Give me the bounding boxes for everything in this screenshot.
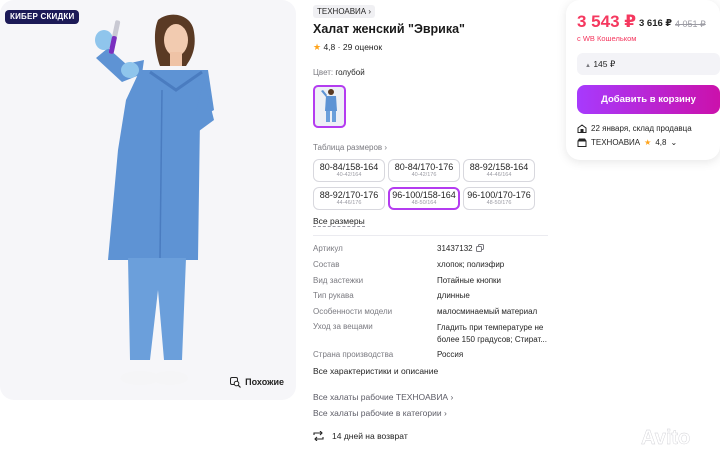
seller-info[interactable]: ТЕХНОАВИА ★ 4,8 ⌄ xyxy=(577,138,677,147)
size-sub: 48-50/176 xyxy=(486,200,512,206)
all-sizes-link[interactable]: Все размеры xyxy=(313,216,365,227)
size-main: 80-84/158-164 xyxy=(319,162,379,172)
all-specs-link[interactable]: Все характеристики и описание xyxy=(313,366,438,376)
product-photo[interactable]: КИБЕР СКИДКИ Похожие xyxy=(0,0,296,400)
size-sub: 44-46/176 xyxy=(336,200,362,206)
spec-key: Уход за вещами xyxy=(313,322,373,331)
rating-score: 4,8 xyxy=(323,42,336,52)
brand-chip[interactable]: ТЕХНОАВИА › xyxy=(313,5,376,18)
size-main: 88-92/158-164 xyxy=(469,162,529,172)
rating-separator: · xyxy=(337,42,341,52)
category-link-label: Все халаты рабочие в категории xyxy=(313,408,442,418)
spec-row: Уход за вещами Гладить при температуре н… xyxy=(313,322,563,346)
size-main: 88-92/170-176 xyxy=(319,190,379,200)
seller-name: ТЕХНОАВИА xyxy=(591,138,641,147)
spec-value: Потайные кнопки xyxy=(437,276,502,285)
spec-key: Тип рукава xyxy=(313,291,354,300)
size-option[interactable]: 80-84/170-176 40-42/176 xyxy=(388,159,460,182)
color-thumbnail-image xyxy=(321,89,337,122)
returns-label: 14 дней на возврат xyxy=(332,431,408,441)
size-option[interactable]: 96-100/170-176 48-50/176 xyxy=(463,187,535,210)
seller-rating: 4,8 xyxy=(655,138,667,147)
color-label: Цвет: голубой xyxy=(313,68,365,77)
delivery-date: 22 января, склад продавца xyxy=(591,124,692,133)
shop-icon xyxy=(577,138,587,147)
brand-category-label: Все халаты рабочие ТЕХНОАВИА xyxy=(313,392,449,402)
color-swatch-thumbnail[interactable] xyxy=(313,85,346,128)
spec-key: Вид застежки xyxy=(313,276,364,285)
copy-icon[interactable] xyxy=(475,244,484,254)
review-count: 29 оценок xyxy=(342,42,383,52)
delivery-info: 22 января, склад продавца xyxy=(577,124,692,133)
size-main: 96-100/158-164 xyxy=(392,190,456,200)
product-image xyxy=(95,14,214,385)
spec-value: 31437132 xyxy=(437,244,484,254)
divider xyxy=(313,235,548,236)
size-main: 80-84/170-176 xyxy=(394,162,454,172)
chevron-down-icon: ⌄ xyxy=(670,138,678,147)
similar-label: Похожие xyxy=(245,377,284,387)
spec-row: Тип рукава длинные xyxy=(313,291,563,303)
size-main: 96-100/170-176 xyxy=(467,190,531,200)
size-table-label: Таблица размеров xyxy=(313,143,383,152)
size-option[interactable]: 80-84/158-164 40-42/164 xyxy=(313,159,385,182)
size-sub: 40-42/164 xyxy=(336,172,362,178)
similar-search-icon xyxy=(230,376,242,388)
seller-star-icon: ★ xyxy=(644,138,652,147)
size-sub: 44-46/164 xyxy=(486,172,512,178)
add-to-cart-button[interactable]: Добавить в корзину xyxy=(577,85,720,114)
watermark-text: Avito xyxy=(641,427,690,449)
spec-row: Состав хлопок; полиэфир xyxy=(313,260,563,272)
spec-row: Страна производства Россия xyxy=(313,350,563,362)
star-icon: ★ xyxy=(313,42,322,52)
size-option[interactable]: 88-92/170-176 44-46/176 xyxy=(313,187,385,210)
article-number: 31437132 xyxy=(437,244,473,253)
spec-key: Особенности модели xyxy=(313,307,393,316)
spec-row: Артикул 31437132 xyxy=(313,244,563,256)
spec-value: Россия xyxy=(437,350,464,359)
spec-row: Вид застежки Потайные кнопки xyxy=(313,276,563,288)
avito-watermark: Avito xyxy=(613,420,713,452)
size-option[interactable]: 88-92/158-164 44-46/164 xyxy=(463,159,535,182)
warehouse-icon xyxy=(577,124,587,133)
spec-key: Артикул xyxy=(313,244,343,253)
returns-info: 14 дней на возврат xyxy=(313,431,408,441)
price-without-wallet: 3 616 ₽ xyxy=(639,18,673,29)
color-label-key: Цвет: xyxy=(313,68,334,77)
return-arrows-icon xyxy=(313,431,324,441)
size-table-link[interactable]: Таблица размеров › xyxy=(313,143,387,152)
color-value: голубой xyxy=(335,68,365,77)
size-sub: 40-42/176 xyxy=(411,172,437,178)
rating-summary[interactable]: ★ 4,8 · 29 оценок xyxy=(313,42,382,53)
spec-value: хлопок; полиэфир xyxy=(437,260,505,269)
spec-row: Особенности модели малосминаемый материа… xyxy=(313,307,563,319)
spec-key: Состав xyxy=(313,260,340,269)
installment-amount: 145 ₽ xyxy=(593,59,616,69)
category-link[interactable]: Все халаты рабочие в категории › xyxy=(313,408,447,418)
similar-button[interactable]: Похожие xyxy=(230,374,284,390)
promo-badge: КИБЕР СКИДКИ xyxy=(5,10,80,24)
product-title: Халат женский "Эврика" xyxy=(313,22,465,36)
installment-widget[interactable]: ▲ 145 ₽ xyxy=(577,53,720,75)
spec-key: Страна производства xyxy=(313,350,394,359)
size-option-selected[interactable]: 96-100/158-164 48-50/164 xyxy=(388,187,460,210)
spec-value: Гладить при температуре не более 150 гра… xyxy=(437,323,547,344)
brand-category-link[interactable]: Все халаты рабочие ТЕХНОАВИА › xyxy=(313,392,453,402)
crossed-price: 4 051 ₽ xyxy=(675,19,706,29)
size-sub: 48-50/164 xyxy=(411,200,437,206)
spec-value: малосминаемый материал xyxy=(437,307,538,316)
current-price: 3 543 ₽ xyxy=(577,12,637,31)
wallet-note: с WB Кошельком xyxy=(577,34,637,43)
brand-chip-label: ТЕХНОАВИА xyxy=(317,7,367,16)
spec-value: длинные xyxy=(437,291,470,300)
installment-triangle-icon: ▲ xyxy=(585,63,591,69)
